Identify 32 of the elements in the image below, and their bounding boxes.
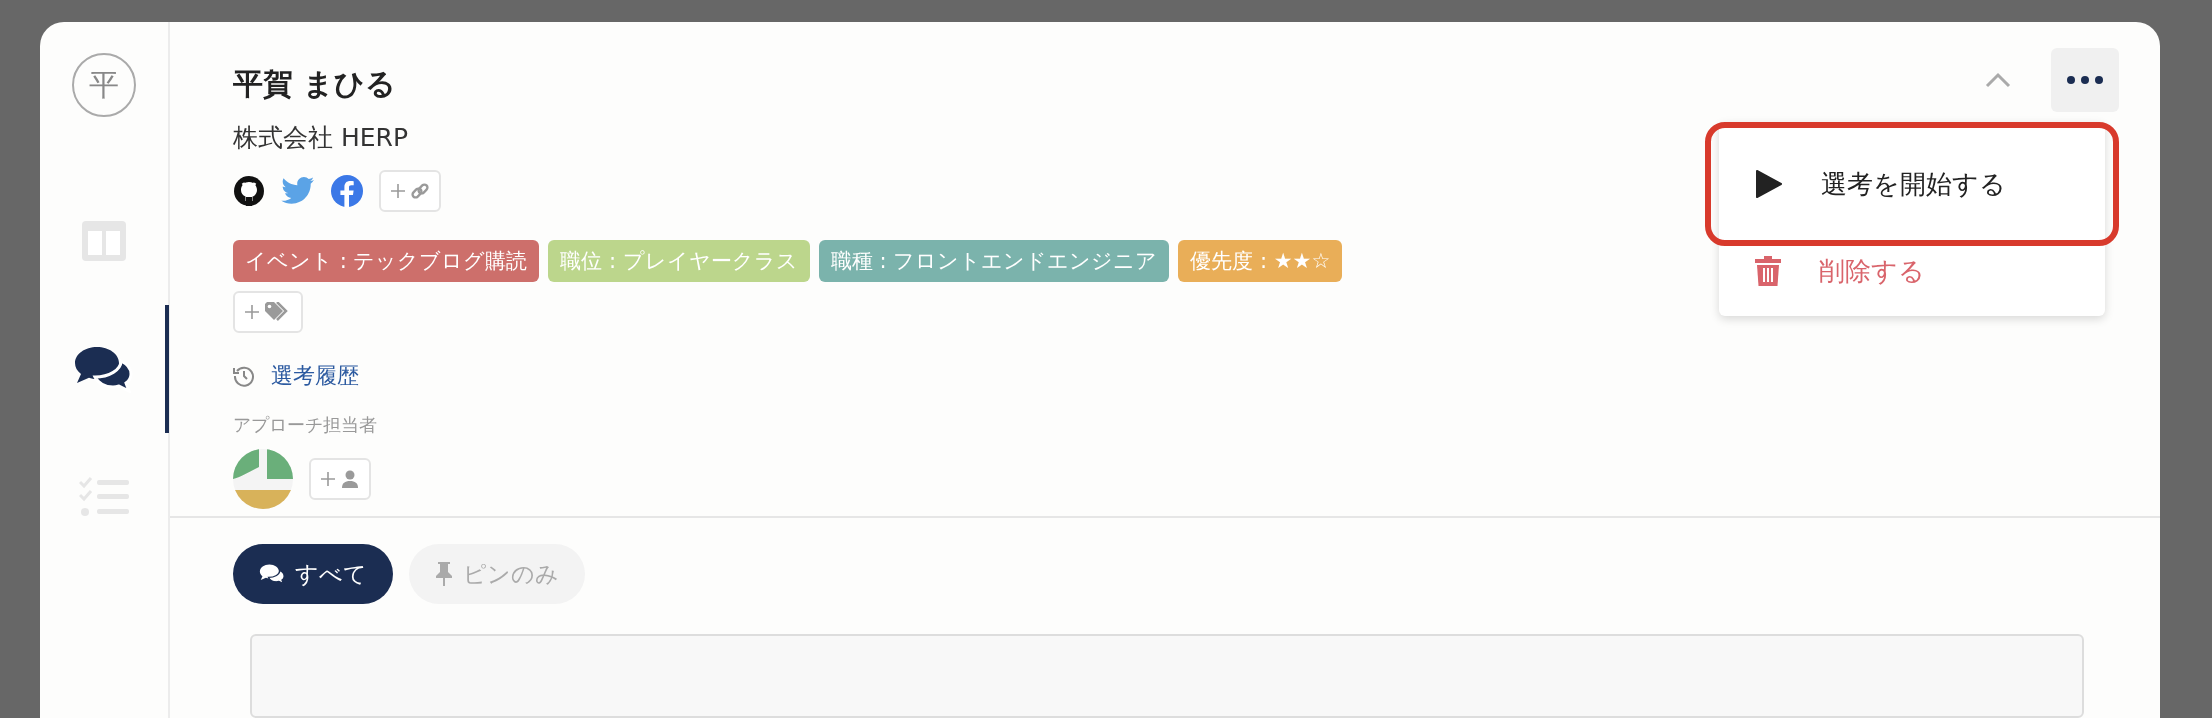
history-icon	[233, 365, 255, 387]
tag: 職種 : フロントエンドエンジニア	[818, 240, 1170, 282]
more-icon	[2066, 75, 2104, 85]
plus-icon	[391, 184, 405, 198]
link-icon	[411, 182, 429, 200]
menu-item[interactable]: 選考を開始する	[1719, 136, 2105, 232]
plus-icon	[245, 305, 259, 319]
add-link-button[interactable]	[379, 170, 441, 212]
filter-tab[interactable]: すべて	[233, 544, 393, 604]
github-icon[interactable]	[233, 175, 265, 207]
assignee-avatar[interactable]	[233, 449, 293, 509]
pin-icon	[435, 562, 453, 586]
play-icon	[1755, 169, 1783, 199]
company-name: 株式会社 HERP	[233, 122, 409, 154]
history-link[interactable]: 選考履歴	[271, 361, 359, 391]
tag: イベント : テックブログ購読	[233, 240, 540, 282]
menu-item[interactable]: 削除する	[1719, 232, 2105, 310]
bird-icon[interactable]	[281, 177, 315, 205]
tag: 職位 : プレイヤークラス	[548, 240, 810, 282]
plus-icon	[321, 472, 335, 486]
more-button[interactable]	[2051, 48, 2119, 112]
facebook-icon[interactable]	[331, 175, 363, 207]
person-icon	[341, 470, 359, 488]
collapse-caret-icon[interactable]	[1985, 72, 2011, 88]
add-tag-button[interactable]	[233, 291, 303, 333]
add-assignee-button[interactable]	[309, 458, 371, 500]
trash-icon	[1755, 256, 1781, 286]
board-icon	[82, 221, 126, 261]
comments-icon	[259, 563, 285, 585]
assignees-label: アプローチ担当者	[233, 413, 378, 437]
tag: 優先度 : ★★☆	[1178, 240, 1343, 282]
candidate-name: 平賀 まひる	[233, 65, 397, 103]
